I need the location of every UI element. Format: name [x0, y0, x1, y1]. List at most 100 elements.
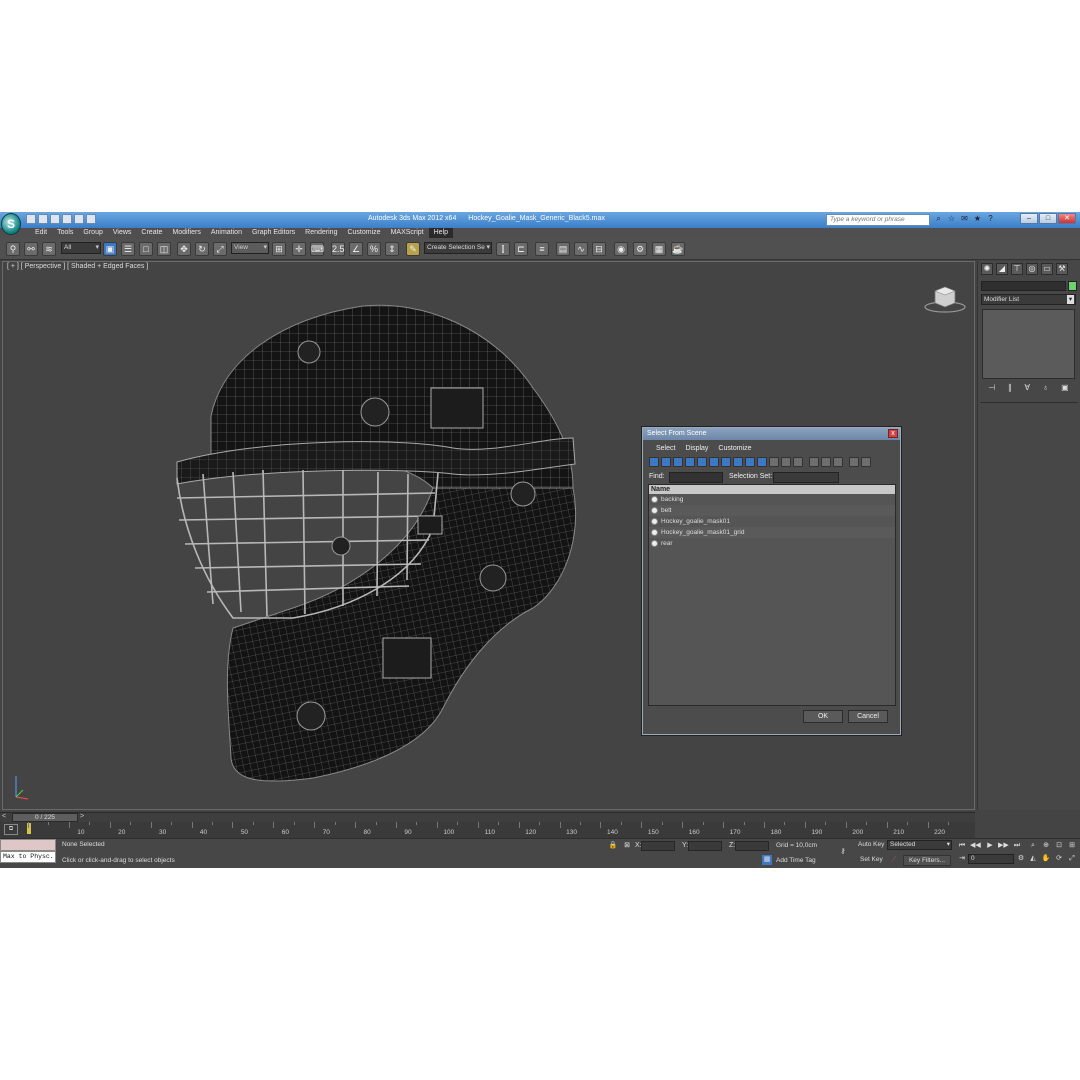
maxscript-mini-listener[interactable]: Max to Physc. — [0, 851, 56, 863]
binoculars-icon[interactable]: ⌕ — [934, 214, 943, 224]
scene-object-list[interactable]: Name backing belt Hockey_goalie_mask01 H… — [648, 484, 896, 706]
dialog-menu-select[interactable]: Select — [651, 443, 680, 455]
spinner-snap-icon[interactable]: ⇕ — [385, 242, 399, 256]
default-tangent-icon[interactable]: ⟋ — [889, 855, 899, 865]
list-item[interactable]: rear — [649, 538, 895, 549]
object-name-field[interactable] — [981, 281, 1066, 291]
menu-views[interactable]: Views — [108, 228, 137, 238]
zoom-all-icon[interactable]: ⊕ — [1041, 841, 1051, 851]
show-end-result-icon[interactable]: ∥ — [1008, 383, 1012, 395]
subscription-icon[interactable]: ☆ — [947, 214, 956, 224]
edit-named-selection-icon[interactable]: ✎ — [406, 242, 420, 256]
menu-rendering[interactable]: Rendering — [300, 228, 342, 238]
display-spacewarps-icon[interactable] — [709, 457, 719, 467]
material-editor-icon[interactable]: ◉ — [614, 242, 628, 256]
app-menu-logo-icon[interactable]: S — [1, 213, 21, 235]
viewcube-icon[interactable] — [923, 283, 967, 313]
display-lights-icon[interactable] — [673, 457, 683, 467]
cancel-button[interactable]: Cancel — [848, 710, 888, 723]
unlink-icon[interactable]: ⚯ — [24, 242, 38, 256]
make-unique-icon[interactable]: ∀ — [1024, 383, 1029, 395]
modifier-list-dropdown[interactable]: Modifier List — [981, 294, 1076, 305]
menu-customize[interactable]: Customize — [342, 228, 385, 238]
display-helpers-icon[interactable] — [697, 457, 707, 467]
create-tab-icon[interactable]: ✺ — [981, 263, 993, 275]
display-shapes-icon[interactable] — [661, 457, 671, 467]
zoom-extents-all-icon[interactable]: ⊞ — [1067, 841, 1077, 851]
track-bar[interactable]: ⧉ 10 20 30 40 50 60 70 80 90 100 110 120 130 140 150 16… — [0, 822, 975, 838]
select-invert-icon[interactable] — [833, 457, 843, 467]
project-folder-icon[interactable] — [86, 214, 96, 224]
dialog-close-icon[interactable]: x — [888, 429, 898, 438]
undo-icon[interactable] — [62, 214, 72, 224]
hierarchy-tab-icon[interactable]: ⊤ — [1011, 263, 1023, 275]
select-none-icon[interactable] — [821, 457, 831, 467]
display-xrefs-icon[interactable] — [733, 457, 743, 467]
set-key-button[interactable]: Set Key — [860, 856, 883, 863]
hockey-goalie-mask-wireframe[interactable] — [163, 288, 603, 788]
communication-icon[interactable]: ✉ — [960, 214, 969, 224]
dialog-menu-display[interactable]: Display — [680, 443, 713, 455]
maximize-viewport-icon[interactable]: ⤢ — [1067, 854, 1077, 864]
list-item[interactable]: Hockey_goalie_mask01_grid — [649, 527, 895, 538]
find-input[interactable] — [669, 472, 723, 483]
move-icon[interactable]: ✥ — [177, 242, 191, 256]
menu-edit[interactable]: Edit — [30, 228, 52, 238]
key-filters-button[interactable]: Key Filters... — [903, 855, 951, 866]
perspective-viewport[interactable]: [ + ] [ Perspective ] [ Shaded + Edged F… — [2, 261, 975, 810]
object-color-swatch[interactable] — [1068, 281, 1077, 291]
select-manipulate-icon[interactable]: ✛ — [292, 242, 306, 256]
pan-icon[interactable]: ✋ — [1041, 854, 1051, 864]
rotate-icon[interactable]: ↻ — [195, 242, 209, 256]
select-and-link-icon[interactable]: ⚲ — [6, 242, 20, 256]
rendered-frame-window-icon[interactable]: ▦ — [652, 242, 666, 256]
play-icon[interactable]: ▶ — [985, 841, 995, 851]
menu-help[interactable]: Help — [428, 228, 454, 238]
rectangular-selection-icon[interactable]: □ — [139, 242, 153, 256]
select-by-name-icon[interactable]: ☰ — [121, 242, 135, 256]
maximize-icon[interactable]: □ — [1039, 213, 1057, 224]
render-production-icon[interactable]: ☕ — [671, 242, 685, 256]
list-item[interactable]: belt — [649, 505, 895, 516]
auto-key-button[interactable]: Auto Key — [858, 841, 884, 848]
close-icon[interactable]: ✕ — [1058, 213, 1076, 224]
display-geometry-icon[interactable] — [649, 457, 659, 467]
minimize-icon[interactable]: – — [1020, 213, 1038, 224]
display-bones-icon[interactable] — [745, 457, 755, 467]
list-item[interactable]: backing — [649, 494, 895, 505]
display-all-icon[interactable] — [793, 457, 803, 467]
named-selection-sets-dropdown[interactable]: Create Selection Se — [424, 242, 492, 254]
new-file-icon[interactable] — [26, 214, 36, 224]
menu-graph-editors[interactable]: Graph Editors — [247, 228, 300, 238]
list-column-header-name[interactable]: Name — [649, 485, 895, 494]
x-coord-field[interactable] — [641, 841, 675, 851]
display-tab-icon[interactable]: ▭ — [1041, 263, 1053, 275]
configure-sets-icon[interactable]: ▣ — [1061, 383, 1069, 395]
add-time-tag-button[interactable]: Add Time Tag — [776, 857, 816, 864]
modifier-stack[interactable] — [982, 309, 1075, 379]
curve-editor-icon[interactable]: ∿ — [574, 242, 588, 256]
help-icon[interactable]: ? — [986, 214, 995, 224]
menu-create[interactable]: Create — [136, 228, 167, 238]
time-slider[interactable]: < 0 / 225 > — [0, 812, 975, 822]
remove-modifier-icon[interactable]: ♁ — [1043, 383, 1049, 395]
snaps-toggle-icon[interactable]: 2.5 — [331, 242, 345, 256]
save-file-icon[interactable] — [50, 214, 60, 224]
list-item[interactable]: Hockey_goalie_mask01 — [649, 516, 895, 527]
mirror-icon[interactable]: ⫿ — [496, 242, 510, 256]
filter-icon[interactable] — [849, 457, 859, 467]
select-object-icon[interactable]: ▣ — [103, 242, 117, 256]
window-crossing-icon[interactable]: ◫ — [157, 242, 171, 256]
render-setup-icon[interactable]: ⚙ — [633, 242, 647, 256]
display-frozen-icon[interactable] — [769, 457, 779, 467]
time-tag-icon[interactable]: ▦ — [762, 855, 772, 865]
motion-tab-icon[interactable]: ◎ — [1026, 263, 1038, 275]
dialog-menu-customize[interactable]: Customize — [713, 443, 756, 455]
current-frame-field[interactable]: 0 — [968, 854, 1014, 864]
display-cameras-icon[interactable] — [685, 457, 695, 467]
angle-snap-icon[interactable]: ∠ — [349, 242, 363, 256]
redo-icon[interactable] — [74, 214, 84, 224]
bind-space-warp-icon[interactable]: ≋ — [42, 242, 56, 256]
time-config-icon[interactable]: ⚙ — [1016, 854, 1026, 864]
scale-icon[interactable]: ⤢ — [213, 242, 227, 256]
